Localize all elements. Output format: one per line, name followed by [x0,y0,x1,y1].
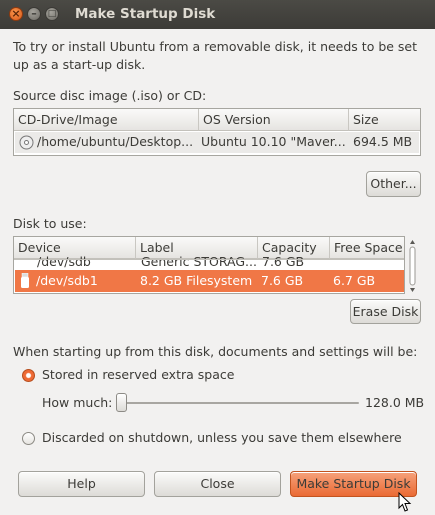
source-label: Source disc image (.iso) or CD: [13,88,207,103]
disk-device: /dev/sdb [37,254,91,268]
how-much-value: 128.0 MB [365,395,425,410]
make-startup-disk-window: × – □ Make Startup Disk To try or instal… [0,0,435,515]
disk-capacity: 7.6 GB [261,273,304,288]
scrollbar-icon [409,240,416,292]
column-header-cd-drive[interactable]: CD-Drive/Image [14,109,199,131]
intro-text: To try or install Ubuntu from a removabl… [13,39,418,72]
disk-label-value: Generic STORAG... [141,254,257,268]
disk-list[interactable]: Device Label Capacity Free Space /dev/sd… [13,236,405,294]
startup-label: When starting up from this disk, documen… [13,344,418,359]
erase-disk-button[interactable]: Erase Disk [350,299,421,324]
discard-label: Discarded on shutdown, unless you save t… [42,430,402,445]
usb-drive-icon [21,273,29,288]
discard-radio[interactable] [22,432,35,445]
mouse-pointer-icon [398,492,412,512]
window-title: Make Startup Disk [75,6,216,22]
window-minimize-button[interactable]: – [27,7,41,21]
minimize-icon: – [31,7,37,20]
reserved-space-label: Stored in reserved extra space [42,367,235,382]
title-bar: × – □ Make Startup Disk [0,0,435,29]
disk-label: Disk to use: [13,216,87,231]
disk-capacity: 7.6 GB [262,254,305,268]
maximize-icon: □ [47,9,57,19]
window-maximize-button[interactable]: □ [45,7,59,21]
source-os-version: Ubuntu 10.10 "Maver... [201,134,346,149]
source-list[interactable]: CD-Drive/Image OS Version Size /home/ubu… [13,108,421,156]
column-header-os-version[interactable]: OS Version [199,109,349,131]
source-size: 694.5 MB [353,134,413,149]
how-much-label: How much: [42,395,113,410]
table-row[interactable]: /home/ubuntu/Desktop... Ubuntu 10.10 "Ma… [15,132,419,153]
how-much-slider-track[interactable] [121,402,359,404]
reserved-space-radio[interactable] [22,369,35,382]
close-button[interactable]: Close [154,471,281,497]
table-row-selected[interactable]: /dev/sdb1 8.2 GB Filesystem 7.6 GB 6.7 G… [15,270,404,292]
window-close-button[interactable]: × [9,7,23,21]
how-much-slider-handle[interactable] [116,393,127,412]
help-button[interactable]: Help [18,471,145,497]
disk-list-scrollbar[interactable] [405,238,420,294]
disc-icon [19,135,34,150]
source-image-path: /home/ubuntu/Desktop... [37,134,194,149]
disk-label-value: 8.2 GB Filesystem [140,273,253,288]
disk-device: /dev/sdb1 [36,273,98,288]
disk-free-space: 6.7 GB [333,273,376,288]
close-icon: × [11,7,21,20]
column-header-size[interactable]: Size [349,109,420,131]
other-button[interactable]: Other... [366,171,421,197]
